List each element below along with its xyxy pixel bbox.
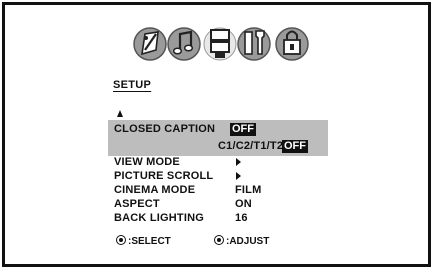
footer-select-hint: :SELECT (116, 234, 171, 247)
caption-mode-value[interactable]: OFF (282, 140, 308, 153)
menu-icon-bar (133, 22, 313, 68)
select-label: :SELECT (128, 236, 171, 247)
audio-icon[interactable] (167, 22, 201, 66)
view-mode-arrow-icon[interactable] (236, 158, 241, 166)
lock-icon[interactable] (275, 22, 309, 66)
menu-item-picture-scroll[interactable]: PICTURE SCROLL (114, 170, 213, 182)
page-title: SETUP (113, 79, 152, 91)
cinema-mode-value[interactable]: FILM (235, 184, 261, 196)
adjust-control-icon (214, 235, 224, 245)
scroll-up-arrow-icon[interactable] (117, 110, 123, 117)
menu-item-view-mode[interactable]: VIEW MODE (114, 156, 180, 168)
closed-caption-value[interactable]: OFF (230, 123, 256, 136)
menu-item-cinema-mode[interactable]: CINEMA MODE (114, 184, 195, 196)
menu-item-aspect[interactable]: ASPECT (114, 198, 160, 210)
select-control-icon (116, 235, 126, 245)
picture-scroll-arrow-icon[interactable] (236, 172, 241, 180)
adjust-label: :ADJUST (226, 236, 270, 247)
back-lighting-value[interactable]: 16 (235, 212, 248, 224)
footer-adjust-hint: :ADJUST (214, 234, 269, 247)
closed-caption-label[interactable]: CLOSED CAPTION (114, 123, 215, 135)
menu-item-back-lighting[interactable]: BACK LIGHTING (114, 212, 204, 224)
tools-icon[interactable] (237, 22, 271, 66)
setup-icon[interactable] (203, 22, 237, 66)
caption-mode-options: C1/C2/T1/T2/ (218, 140, 287, 152)
picture-icon[interactable] (133, 22, 167, 66)
aspect-value[interactable]: ON (235, 198, 252, 210)
